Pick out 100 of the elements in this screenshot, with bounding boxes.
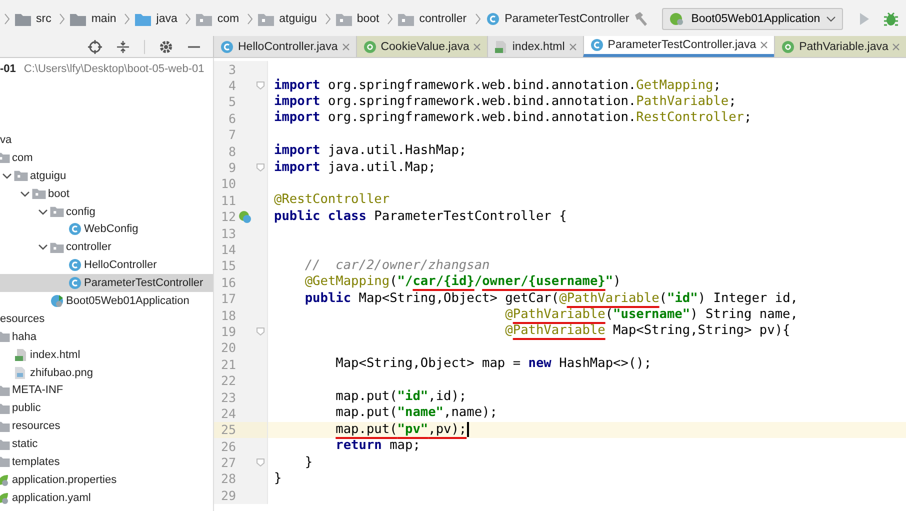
editor-tab[interactable]: HelloController.java	[213, 36, 356, 57]
tree-item[interactable]: config	[0, 202, 213, 220]
tree-item[interactable]: com	[0, 148, 213, 167]
run-icon[interactable]	[857, 11, 872, 27]
debug-icon[interactable]	[883, 11, 900, 27]
tree-item[interactable]: esources	[0, 310, 213, 328]
breadcrumb-item[interactable]: java	[135, 12, 178, 26]
tree-item-label: esources	[0, 312, 45, 325]
code-line: @PathVariable Map<String,String> pv){	[504, 323, 790, 340]
chevron-icon	[185, 13, 192, 25]
breadcrumb-item[interactable]: src	[15, 12, 52, 26]
code-line: // car/2/owner/zhangsan	[304, 258, 490, 274]
crosshair-icon[interactable]	[88, 40, 102, 54]
editor-tab[interactable]: ParameterTestController.java	[582, 36, 774, 57]
code-line: return map;	[334, 438, 420, 454]
code-line: @GetMapping("/car/{id}/owner/{username}")	[304, 274, 621, 290]
chevron-icon[interactable]	[38, 206, 48, 216]
annotation-icon	[781, 40, 796, 54]
breadcrumb-item[interactable]: main	[70, 12, 116, 26]
close-icon[interactable]	[342, 42, 350, 50]
tree-item[interactable]: zhifubao.png	[0, 364, 213, 382]
editor-tab[interactable]: index.html	[487, 36, 583, 57]
line-number: 18	[220, 308, 236, 323]
package-icon	[258, 12, 274, 26]
chevron-icon[interactable]	[2, 170, 12, 181]
tree-item[interactable]: ParameterTestController	[0, 274, 213, 292]
close-icon[interactable]	[473, 42, 482, 50]
line-number: 5	[227, 94, 236, 110]
fold-marker-icon[interactable]	[256, 81, 264, 90]
fold-marker-icon[interactable]	[256, 163, 264, 172]
line-number: 11	[220, 192, 236, 208]
run-configuration-dropdown[interactable]: Boot05Web01Application	[662, 8, 844, 30]
line-number: 8	[227, 144, 236, 159]
collapse-all-icon[interactable]	[116, 40, 130, 54]
project-path: C:\Users\lfy\Desktop\boot-05-web-01	[24, 63, 204, 75]
tree-item[interactable]: atguigu	[0, 166, 213, 185]
tree-item[interactable]: haha	[0, 328, 213, 346]
code-line: public Map<String,Object> getCar(@PathVariable("id") Integer id,	[304, 290, 798, 307]
line-number: 23	[220, 390, 236, 404]
fold-marker-icon[interactable]	[256, 458, 264, 468]
tree-item[interactable]: HelloController	[0, 256, 213, 274]
tree-item-label: public	[12, 402, 41, 414]
tree-item[interactable]: index.html	[0, 346, 213, 364]
code-line: public class ParameterTestController {	[273, 208, 567, 225]
package-icon	[196, 12, 212, 26]
tree-item[interactable]: application.properties	[0, 470, 213, 489]
tree-item-label: application.properties	[12, 474, 117, 486]
close-icon[interactable]	[760, 41, 768, 49]
line-number: 19	[220, 324, 236, 339]
tree-item[interactable]: va	[0, 131, 213, 149]
tree-item-label: resources	[12, 420, 60, 432]
tree-item[interactable]: static	[0, 435, 213, 454]
tree-item-label: templates	[12, 456, 60, 468]
breadcrumb-item[interactable]: ParameterTestController	[486, 12, 630, 26]
breadcrumb-item[interactable]: boot	[336, 12, 380, 26]
settings-icon[interactable]	[159, 40, 173, 54]
editor-tab[interactable]: PathVariable.java	[774, 36, 906, 57]
fold-marker-icon[interactable]	[256, 326, 264, 336]
folder-icon	[70, 12, 86, 26]
chevron-icon[interactable]	[20, 188, 30, 199]
tree-item-label: boot	[48, 188, 70, 200]
tree-item[interactable]: boot	[0, 184, 213, 203]
code-line: }	[273, 470, 282, 487]
tree-item[interactable]: public	[0, 399, 213, 418]
tree-item[interactable]: application.yaml	[0, 488, 213, 507]
tree-item-label: HelloController	[84, 259, 157, 272]
tree-item-label: atguigu	[30, 170, 66, 182]
tree-item[interactable]: resources	[0, 417, 213, 436]
line-number: 13	[220, 226, 236, 241]
tree-item[interactable]: META-INF	[0, 381, 213, 400]
folder-icon	[15, 12, 31, 26]
tree-item[interactable]: controller	[0, 238, 213, 256]
tree-item-label: Boot05Web01Application	[66, 294, 190, 307]
tree-item[interactable]: WebConfig	[0, 220, 213, 238]
tree-item[interactable]: templates	[0, 453, 213, 471]
code-line: }	[304, 454, 313, 471]
tree-item[interactable]: Boot05Web01Application	[0, 292, 213, 310]
tree-item-label: index.html	[30, 348, 80, 361]
breadcrumb-item[interactable]: atguigu	[258, 12, 317, 26]
line-number: 15	[220, 258, 236, 274]
breadcrumb-item[interactable]: controller	[398, 12, 467, 26]
line-number: 20	[220, 340, 236, 356]
code-line: import org.springframework.web.bind.annotation.GetMapping;	[273, 78, 721, 94]
line-number: 10	[220, 176, 236, 192]
tree-item-label: controller	[66, 241, 112, 254]
bean-icon[interactable]	[238, 210, 252, 224]
line-number: 7	[227, 127, 236, 142]
close-icon[interactable]	[892, 42, 900, 50]
line-number: 12	[220, 209, 236, 224]
folder-icon	[0, 456, 10, 468]
line-number: 29	[220, 488, 236, 503]
close-icon[interactable]	[568, 42, 577, 50]
tree-item-label: com	[12, 152, 33, 164]
chevron-icon	[59, 13, 66, 25]
tree-item-label: zhifubao.png	[30, 366, 93, 379]
breadcrumb-item[interactable]: com	[196, 12, 240, 26]
chevron-icon	[387, 13, 394, 25]
class-icon	[220, 40, 234, 54]
editor-tab[interactable]: CookieValue.java	[356, 36, 488, 57]
chevron-icon[interactable]	[38, 242, 48, 252]
